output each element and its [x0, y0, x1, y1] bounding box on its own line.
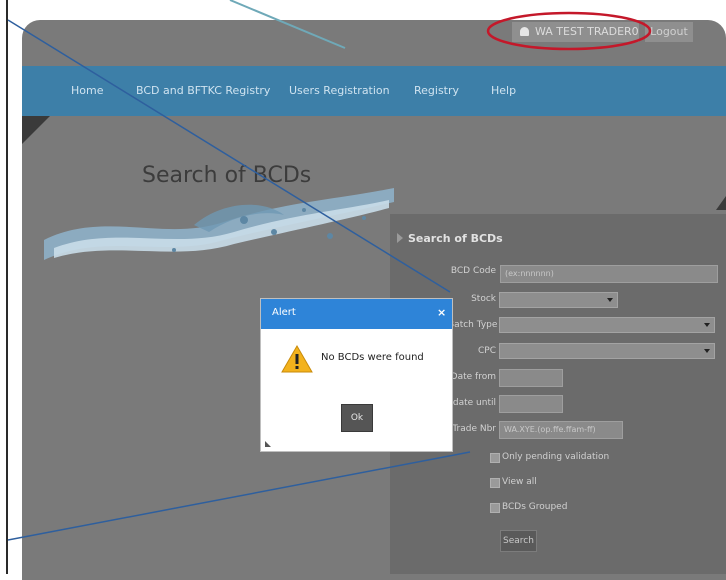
highlight-ring	[486, 11, 652, 51]
annotation-arrow-line	[229, 0, 346, 49]
annotation-line-top	[7, 19, 451, 293]
annotation-line-bottom	[7, 451, 471, 541]
annotation-overlay	[7, 0, 652, 541]
